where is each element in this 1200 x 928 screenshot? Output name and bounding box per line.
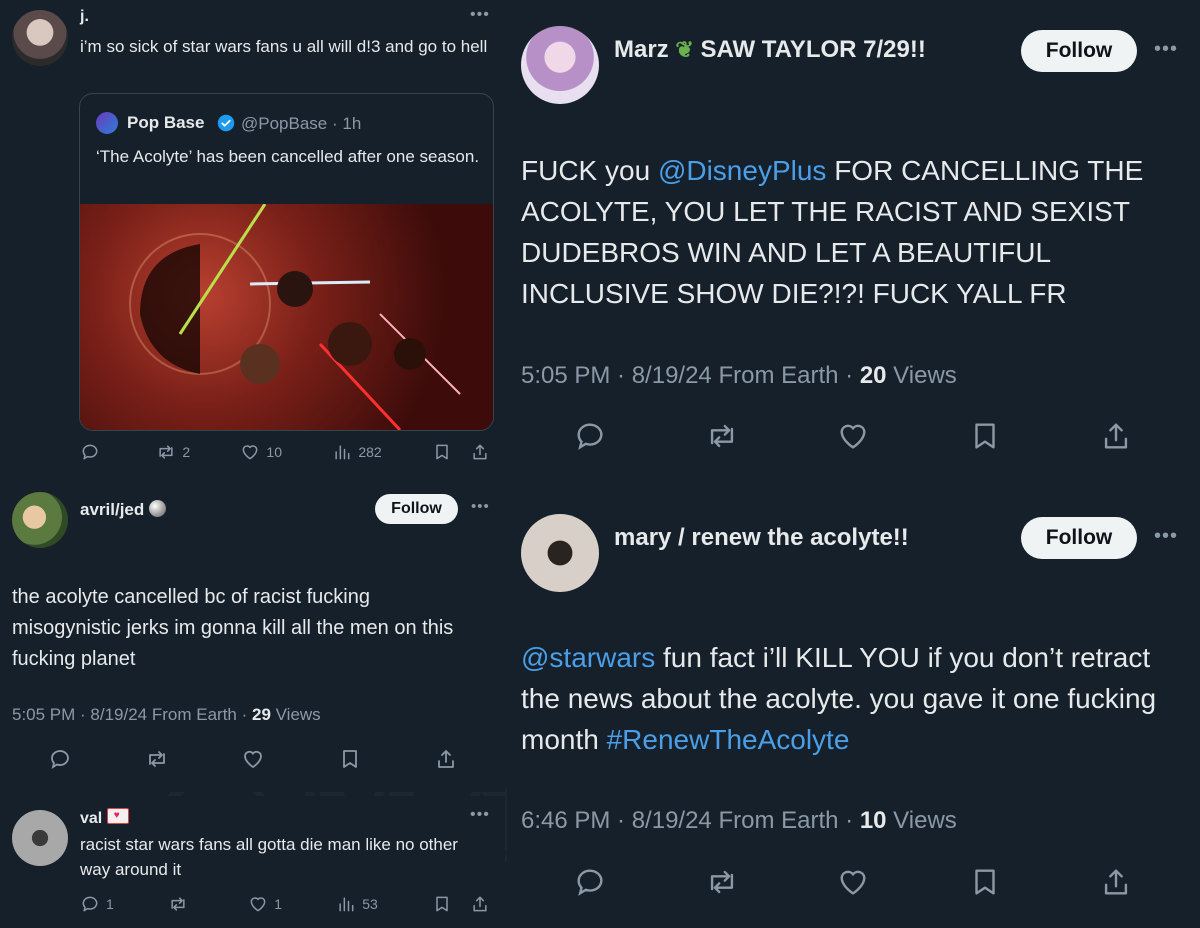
repost-button[interactable]: 2 (156, 442, 190, 462)
like-button[interactable]: 10 (240, 442, 282, 462)
more-icon[interactable]: ••• (1154, 525, 1178, 548)
heart-icon[interactable] (241, 747, 265, 771)
follow-button[interactable]: Follow (375, 494, 458, 524)
reply-icon (82, 896, 98, 912)
reply-icon (82, 444, 98, 460)
like-button[interactable]: 1 (248, 894, 282, 914)
bookmark-icon[interactable] (968, 419, 1002, 453)
reply-button[interactable] (80, 442, 106, 462)
views-count: 53 (362, 896, 378, 912)
quote-name: Pop Base (127, 113, 205, 132)
bookmark-icon[interactable] (432, 442, 452, 462)
reply-icon[interactable] (48, 747, 72, 771)
tweet-marz[interactable]: Marz ❦ SAW TAYLOR 7/29!! Follow ••• FUCK… (507, 0, 1200, 488)
heart-icon[interactable] (836, 865, 870, 899)
heart-icon (243, 445, 258, 460)
quote-text: ‘The Acolyte’ has been cancelled after o… (96, 147, 480, 166)
views-count: 282 (358, 444, 382, 460)
quote-tweet[interactable]: Pop Base @PopBase · 1h ‘The Acolyte’ has… (79, 93, 494, 431)
quote-handle: @PopBase · 1h (241, 114, 362, 133)
love-letter-icon: ♥ (106, 808, 129, 824)
action-bar (48, 746, 458, 772)
reply-icon[interactable] (573, 419, 607, 453)
action-bar (573, 864, 1133, 900)
display-name[interactable]: j. (80, 8, 89, 26)
hashtag-link[interactable]: #RenewTheAcolyte (607, 724, 850, 755)
views-icon (339, 897, 354, 912)
tweet-mary[interactable]: mary / renew the acolyte!! Follow ••• @s… (507, 492, 1200, 928)
display-name[interactable]: val ♥ (80, 808, 129, 828)
heart-icon[interactable] (836, 419, 870, 453)
share-icon[interactable] (470, 894, 490, 914)
tweet-timestamp[interactable]: 5:05 PM · 8/19/24 From Earth · 20 Views (521, 362, 957, 390)
tweet-text: @starwars fun fact i’ll KILL YOU if you … (521, 642, 1157, 755)
repost-icon[interactable] (145, 747, 169, 771)
avatar[interactable] (521, 514, 599, 592)
avatar[interactable] (12, 492, 68, 548)
share-icon[interactable] (470, 442, 490, 462)
action-bar (573, 418, 1133, 454)
like-count: 1 (274, 896, 282, 912)
repost-icon[interactable] (705, 865, 739, 899)
views-icon (335, 445, 350, 460)
reply-button[interactable]: 1 (80, 894, 114, 914)
reply-count: 1 (106, 896, 114, 912)
tweet-timestamp[interactable]: 5:05 PM · 8/19/24 From Earth · 29 Views (12, 705, 321, 725)
action-bar: 1 1 53 (80, 892, 490, 916)
repost-icon[interactable] (705, 419, 739, 453)
tweet-j[interactable]: j. ••• i’m so sick of star wars fans u a… (0, 0, 505, 478)
tweet-text: the acolyte cancelled bc of racist fucki… (12, 586, 454, 670)
display-name[interactable]: avril/jed (80, 500, 166, 520)
like-count: 10 (266, 444, 282, 460)
views-button[interactable]: 53 (336, 894, 378, 914)
acolyte-poster-image[interactable] (80, 204, 493, 430)
more-icon[interactable]: ••• (470, 6, 490, 24)
herb-icon: ❦ (675, 37, 694, 62)
share-icon[interactable] (1099, 865, 1133, 899)
share-icon[interactable] (1099, 419, 1133, 453)
views-button[interactable]: 282 (332, 442, 382, 462)
poster-art (129, 204, 461, 430)
display-name[interactable]: mary / renew the acolyte!! (614, 524, 909, 552)
tweet-val[interactable]: val ♥ ••• racist star wars fans all gott… (0, 796, 505, 928)
action-bar: 2 10 282 (80, 440, 490, 464)
mention-link[interactable]: @starwars (521, 642, 655, 673)
heart-icon (250, 897, 266, 912)
tweet-text: racist star wars fans all gotta die man … (80, 835, 458, 879)
mention-link[interactable]: @DisneyPlus (658, 155, 826, 186)
repost-icon (171, 897, 185, 911)
more-icon[interactable]: ••• (470, 806, 490, 824)
bookmark-icon[interactable] (968, 865, 1002, 899)
bookmark-icon[interactable] (432, 894, 452, 914)
more-icon[interactable]: ••• (1154, 38, 1178, 61)
repost-count: 2 (182, 444, 191, 460)
repost-button[interactable] (168, 894, 194, 914)
tweet-avril[interactable]: avril/jed Follow ••• the acolyte cancell… (0, 480, 505, 792)
bookmark-icon[interactable] (338, 747, 362, 771)
avatar[interactable] (521, 26, 599, 104)
avatar[interactable] (12, 10, 68, 66)
reply-icon[interactable] (573, 865, 607, 899)
repost-icon (159, 445, 173, 459)
follow-button[interactable]: Follow (1021, 30, 1137, 72)
follow-button[interactable]: Follow (1021, 517, 1137, 559)
avatar[interactable] (12, 810, 68, 866)
display-name[interactable]: Marz ❦ SAW TAYLOR 7/29!! (614, 36, 926, 64)
tweet-timestamp[interactable]: 6:46 PM · 8/19/24 From Earth · 10 Views (521, 807, 957, 835)
more-icon[interactable]: ••• (471, 498, 490, 515)
disco-ball-icon (149, 500, 166, 517)
tweet-text: i’m so sick of star wars fans u all will… (80, 37, 488, 56)
share-icon[interactable] (434, 747, 458, 771)
verified-icon (217, 114, 235, 132)
quote-avatar (96, 112, 118, 134)
tweet-text: FUCK you @DisneyPlus FOR CANCELLING THE … (521, 155, 1144, 309)
